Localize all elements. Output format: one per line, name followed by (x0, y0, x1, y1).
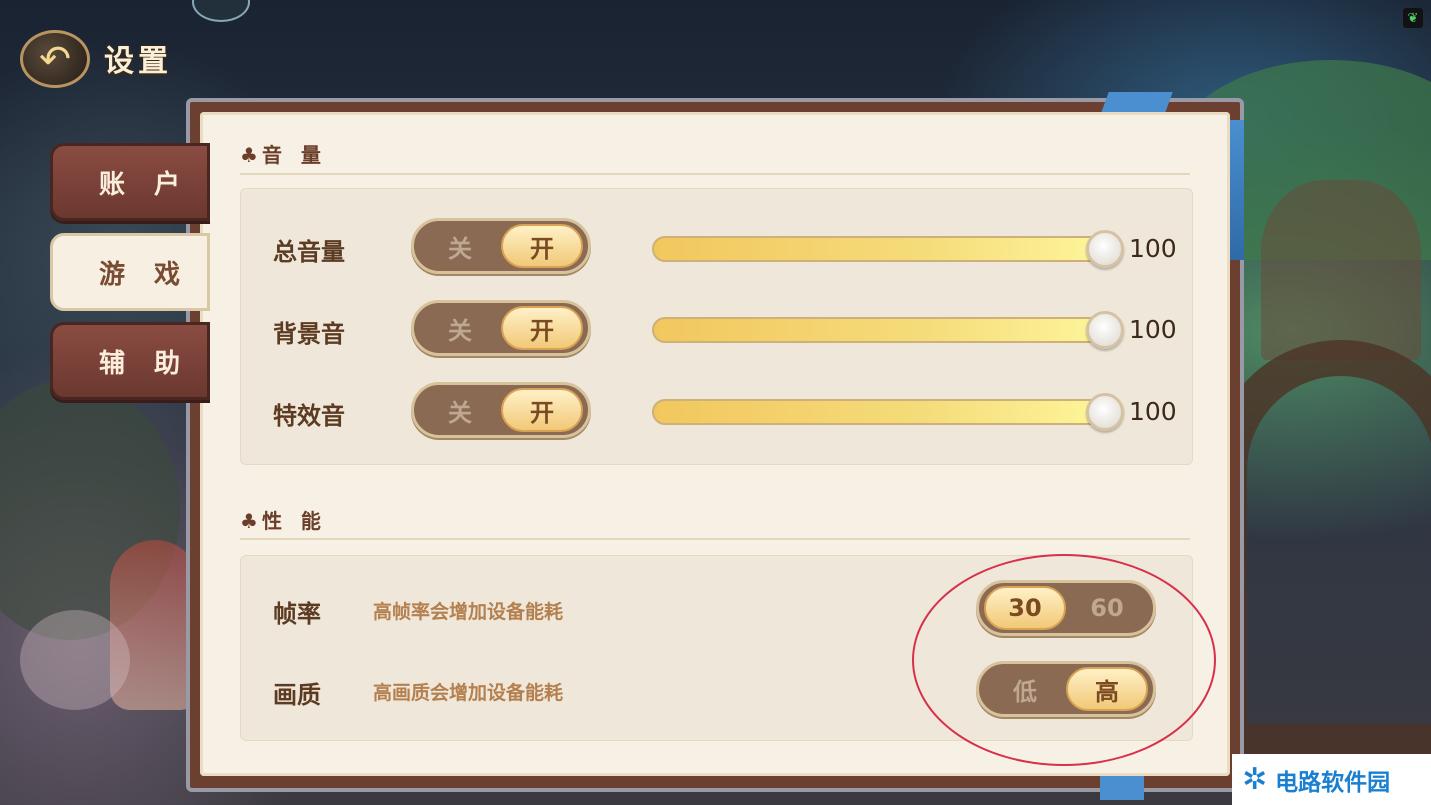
master-volume-slider[interactable] (652, 236, 1104, 262)
sfx-volume-slider[interactable] (652, 399, 1104, 425)
sfx-volume-value: 100 (1129, 397, 1177, 426)
quality-description: 高画质会增加设备能耗 (373, 682, 564, 704)
club-icon: ♣ (240, 509, 258, 533)
highlight-annotation (912, 554, 1216, 766)
watermark-logo-icon: ✲ (1242, 762, 1268, 797)
volume-section-title: ♣ 音 量 (240, 143, 327, 167)
tab-label: 辅 助 (99, 348, 191, 379)
bgm-volume-toggle[interactable]: 关 开 (411, 300, 591, 356)
section-divider (240, 173, 1190, 175)
page-title: 设置 (104, 44, 172, 79)
bgm-volume-value: 100 (1129, 315, 1177, 344)
toggle-on-option[interactable]: 开 (501, 388, 583, 432)
tab-assist[interactable]: 辅 助 (50, 322, 210, 400)
frame-rate-label: 帧率 (273, 600, 321, 628)
bgm-volume-slider-knob[interactable] (1086, 311, 1124, 349)
bgm-volume-slider[interactable] (652, 317, 1104, 343)
background-creature (20, 610, 130, 710)
tab-game[interactable]: 游 戏 (50, 233, 210, 311)
toggle-off-option[interactable]: 关 (419, 306, 501, 350)
toggle-on-option[interactable]: 开 (501, 306, 583, 350)
avatar-badge (192, 0, 250, 22)
toggle-off-option[interactable]: 关 (419, 388, 501, 432)
club-icon: ♣ (240, 143, 258, 167)
back-button[interactable]: ↶ (20, 30, 90, 88)
sfx-volume-slider-knob[interactable] (1086, 393, 1124, 431)
master-volume-label: 总音量 (273, 238, 345, 266)
tab-label: 游 戏 (99, 259, 191, 290)
sfx-volume-label: 特效音 (273, 402, 345, 430)
sfx-volume-toggle[interactable]: 关 开 (411, 382, 591, 438)
tab-label: 账 户 (99, 169, 191, 200)
frame-rate-description: 高帧率会增加设备能耗 (373, 601, 564, 623)
master-volume-value: 100 (1129, 234, 1177, 263)
bgm-volume-label: 背景音 (273, 320, 345, 348)
master-volume-toggle[interactable]: 关 开 (411, 218, 591, 274)
section-divider (240, 538, 1190, 540)
leaf-icon: ❦ (1403, 8, 1423, 28)
background-arch (1211, 340, 1431, 760)
background-house (1261, 180, 1421, 360)
watermark-text: 电路软件园 (1275, 769, 1391, 796)
toggle-on-option[interactable]: 开 (501, 224, 583, 268)
watermark: ✲ 电路软件园 (1232, 754, 1431, 805)
tab-account[interactable]: 账 户 (50, 143, 210, 221)
back-arrow-icon: ↶ (39, 37, 71, 81)
performance-section-title: ♣ 性 能 (240, 509, 327, 533)
master-volume-slider-knob[interactable] (1086, 230, 1124, 268)
quality-label: 画质 (273, 681, 321, 709)
toggle-off-option[interactable]: 关 (419, 224, 501, 268)
